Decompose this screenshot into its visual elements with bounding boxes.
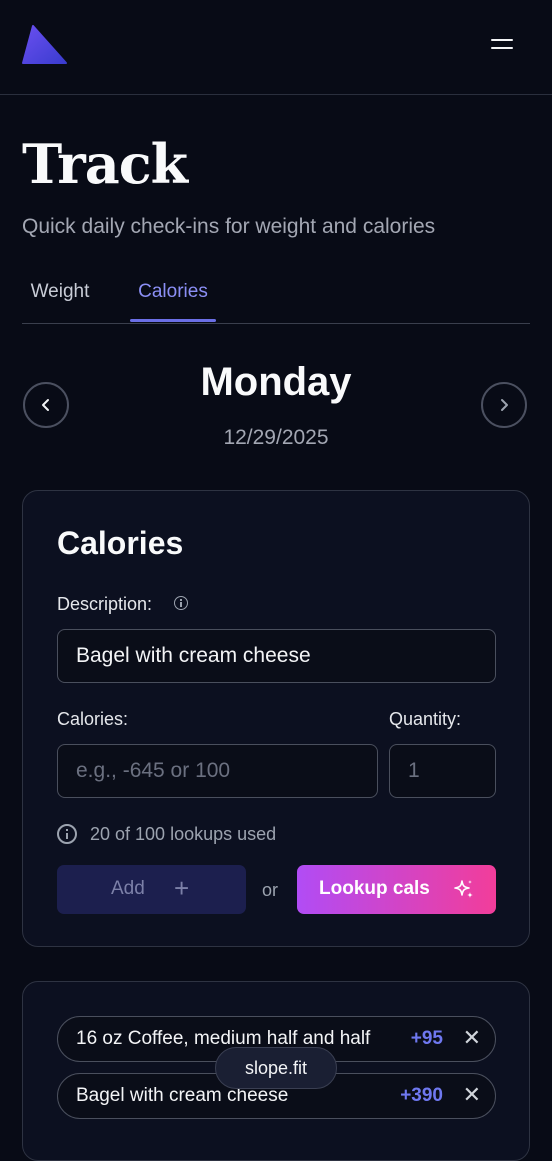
calories-card-title: Calories (57, 525, 184, 561)
description-input[interactable]: Bagel with cream cheese (57, 629, 496, 683)
top-navigation-bar (0, 0, 552, 95)
add-button[interactable]: Add + (57, 865, 246, 914)
add-button-label: Add (111, 878, 145, 899)
page-title: Track (22, 132, 188, 196)
hamburger-menu-icon[interactable] (484, 30, 520, 60)
day-name: Monday (200, 360, 352, 404)
description-label: Description: (57, 594, 153, 614)
tab-weight[interactable]: Weight (22, 275, 98, 321)
entry-calories: +95 (410, 1028, 443, 1049)
info-icon (57, 824, 77, 844)
chevron-right-icon (501, 399, 508, 411)
tab-bar: Weight Calories (22, 275, 530, 324)
or-separator: or (262, 880, 279, 900)
tab-calories[interactable]: Calories (130, 275, 216, 322)
lookup-usage-text: 20 of 100 lookups used (90, 824, 277, 844)
triangle-logo-icon[interactable] (22, 24, 68, 64)
calories-card: Calories Description: Bagel with cream c… (22, 490, 530, 947)
entry-calories: +390 (400, 1085, 443, 1106)
page-subtitle: Quick daily check-ins for weight and cal… (22, 215, 436, 238)
calories-label: Calories: (57, 709, 129, 729)
quantity-input[interactable]: 1 (389, 744, 496, 798)
info-icon[interactable] (174, 596, 188, 610)
next-day-button[interactable] (481, 382, 527, 428)
day-date: 12/29/2025 (223, 426, 329, 449)
site-badge[interactable]: slope.fit (215, 1047, 337, 1089)
lookup-button-label: Lookup cals (319, 878, 430, 899)
sparkles-icon (454, 880, 473, 898)
quantity-label: Quantity: (389, 709, 462, 729)
calories-input[interactable]: e.g., -645 or 100 (57, 744, 378, 798)
close-icon[interactable]: ✕ (463, 1025, 481, 1051)
plus-icon: + (174, 873, 190, 903)
lookup-cals-button[interactable]: Lookup cals (297, 865, 496, 914)
close-icon[interactable]: ✕ (463, 1082, 481, 1108)
